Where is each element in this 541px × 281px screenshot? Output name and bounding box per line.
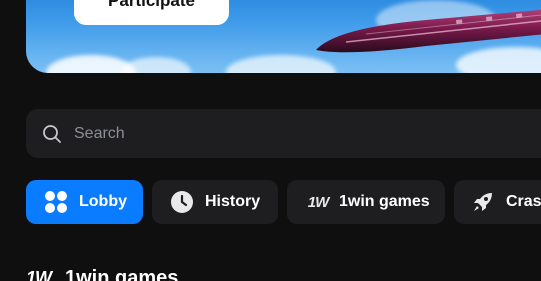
search-bar[interactable] <box>26 109 541 158</box>
grid-icon <box>43 189 69 215</box>
participate-button[interactable]: Participate <box>74 0 229 25</box>
cloud-decoration <box>121 57 191 73</box>
tab-history[interactable]: History <box>152 180 278 224</box>
rocket-icon <box>470 189 496 215</box>
search-icon <box>43 124 61 143</box>
tab-label: History <box>205 193 261 210</box>
casino-page: Participate Lobby History <box>0 0 541 281</box>
section-heading: 1W 1win games <box>26 268 178 281</box>
participate-button-label: Participate <box>108 0 195 10</box>
tab-label: 1win games <box>339 193 430 210</box>
tab-label: Lobby <box>79 193 127 210</box>
tab-crash[interactable]: Cras <box>454 180 541 224</box>
airplane-illustration <box>316 9 541 53</box>
promo-banner[interactable]: Participate <box>26 0 541 73</box>
search-input[interactable] <box>74 124 474 143</box>
tab-lobby[interactable]: Lobby <box>26 180 143 224</box>
tab-label: Cras <box>506 193 541 210</box>
section-title: 1win games <box>65 267 179 281</box>
1w-logo-icon: 1W <box>26 268 52 281</box>
1w-logo-icon: 1W <box>307 193 329 211</box>
clock-icon <box>169 189 195 215</box>
tab-1win-games[interactable]: 1W 1win games <box>287 180 445 224</box>
